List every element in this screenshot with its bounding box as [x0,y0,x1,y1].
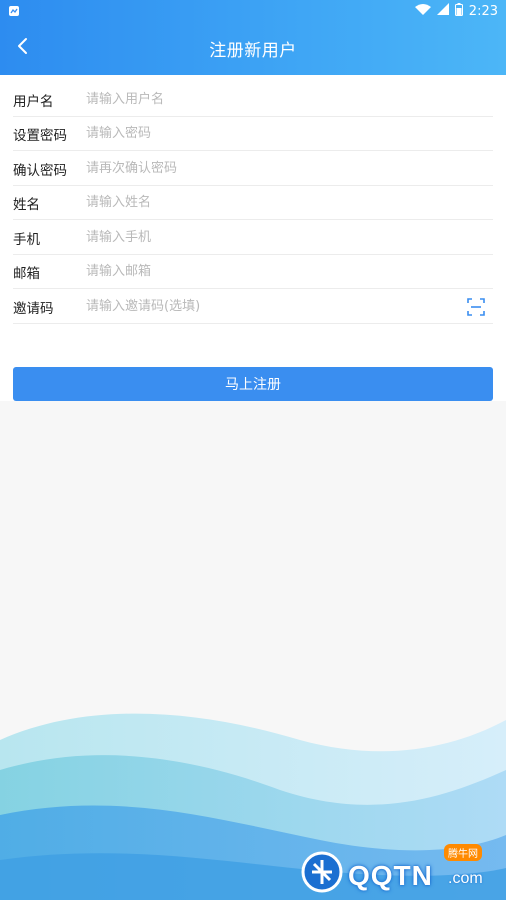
register-form: 用户名 设置密码 确认密码 姓名 手机 邮箱 邀请码 [0,75,506,401]
watermark-text: QQTN [348,860,433,891]
name-input[interactable] [86,186,493,219]
username-label: 用户名 [13,93,54,110]
confirm-password-input[interactable] [86,152,493,185]
phone-label: 手机 [13,231,40,248]
wifi-icon [414,3,431,19]
watermark-suffix: .com [448,870,483,887]
name-row: 姓名 [13,186,493,220]
confirm-password-label: 确认密码 [13,162,67,179]
navbar: 注册新用户 [0,22,506,75]
register-button[interactable]: 马上注册 [13,367,493,401]
username-input[interactable] [86,83,493,116]
signal-icon [436,3,449,19]
email-input[interactable] [86,255,493,288]
status-bar: 2:23 [0,0,506,22]
scan-icon[interactable] [467,298,485,316]
qqtn-watermark: 腾牛网 QQTN .com [298,842,498,894]
battery-icon [454,2,463,20]
confirm-password-row: 确认密码 [13,152,493,186]
password-input[interactable] [86,117,493,150]
invite-code-row: 邀请码 [13,290,493,324]
password-row: 设置密码 [13,117,493,151]
status-time: 2:23 [468,3,498,19]
back-button[interactable] [6,31,40,65]
app-header: 2:23 注册新用户 [0,0,506,75]
invite-code-input[interactable] [86,290,493,323]
name-label: 姓名 [13,196,40,213]
notification-icon [8,3,24,19]
page-title: 注册新用户 [209,41,297,61]
phone-input[interactable] [86,221,493,254]
watermark-badge: 腾牛网 [444,844,482,861]
invite-code-label: 邀请码 [13,300,54,317]
email-label: 邮箱 [13,265,40,282]
username-row: 用户名 [13,83,493,117]
phone-row: 手机 [13,221,493,255]
password-label: 设置密码 [13,127,67,144]
chevron-left-icon [16,37,30,59]
email-row: 邮箱 [13,255,493,289]
